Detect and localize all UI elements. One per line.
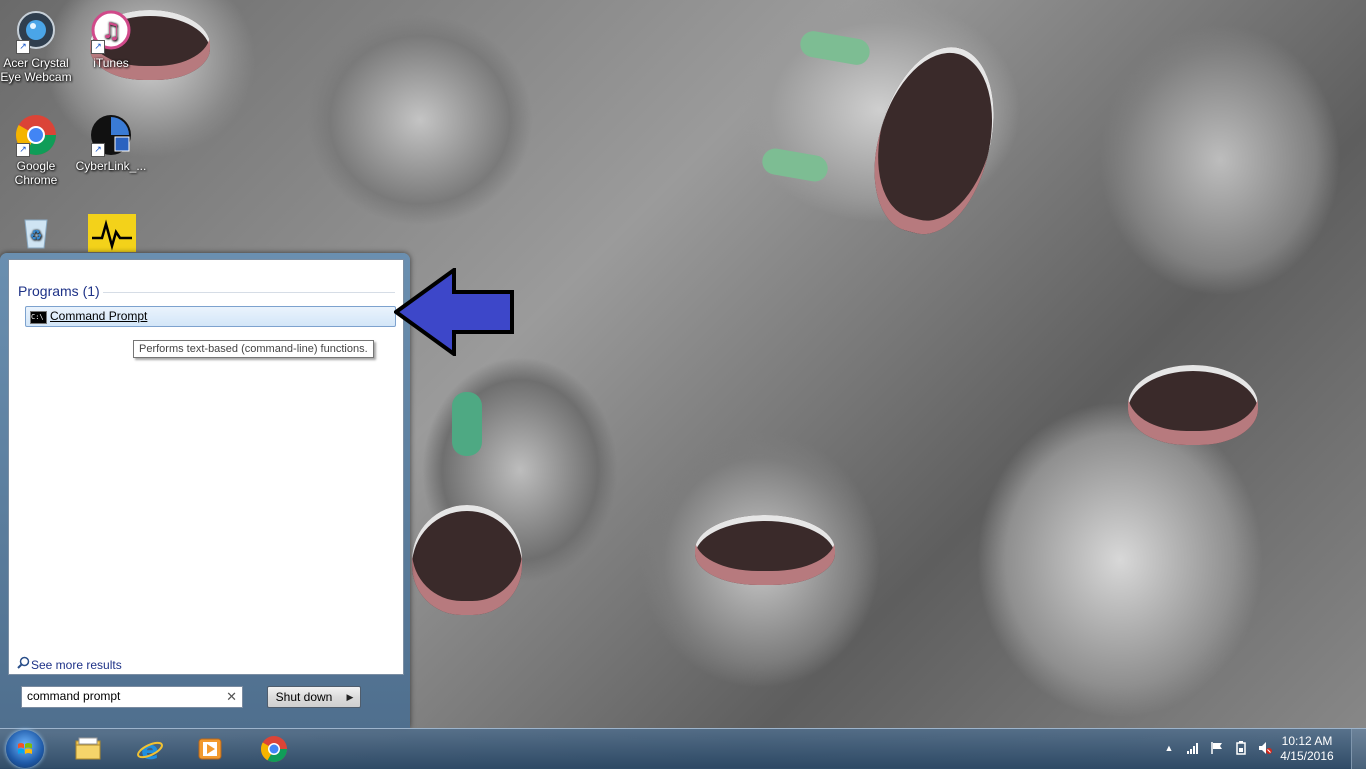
wallpaper-mouth [857,34,1013,246]
windows-flag-icon [18,743,32,754]
network-signal-icon[interactable] [1186,741,1200,755]
start-button[interactable] [6,730,44,768]
activity-monitor-icon [88,214,136,252]
desktop-icon-acer-webcam[interactable]: ↗ Acer Crystal Eye Webcam [0,10,72,84]
svg-text:e: e [141,736,159,763]
wallpaper-eye [760,146,830,184]
taskbar-google-chrome[interactable] [252,731,296,767]
wallpaper-mouth [412,505,522,615]
taskbar-windows-explorer[interactable] [66,731,110,767]
desktop-icon-app-yellow[interactable] [88,214,136,254]
power-battery-icon[interactable] [1234,741,1248,755]
clock-time: 10:12 AM [1281,734,1333,748]
command-prompt-icon: C:\ [30,311,47,324]
shortcut-arrow-icon: ↗ [91,40,105,54]
volume-muted-icon[interactable] [1258,741,1272,755]
desktop-icon-label: CyberLink_... [75,159,147,173]
shortcut-arrow-icon: ↗ [16,143,30,157]
shortcut-arrow-icon: ↗ [91,143,105,157]
clock-date: 4/15/2016 [1280,749,1334,763]
result-command-prompt[interactable]: C:\ Command Prompt [25,306,396,327]
taskbar-clock[interactable]: 10:12 AM 4/15/2016 [1272,734,1342,764]
result-label: Command Prompt [50,309,148,323]
header-divider [103,292,395,293]
itunes-icon: ♫ ↗ [89,10,133,54]
show-desktop-button[interactable] [1351,729,1366,769]
wallpaper-eye [452,392,482,456]
annotation-arrow [394,268,514,356]
desktop-icon-label: Acer Crystal Eye Webcam [0,56,72,84]
internet-explorer-icon: e [137,736,163,763]
action-center-flag-icon[interactable] [1210,741,1224,755]
taskbar-media-player[interactable] [188,731,232,767]
recycle-bin-icon: ♻ [19,214,53,250]
desktop-icon-cyberlink[interactable]: ↗ CyberLink_... [75,113,147,173]
clear-search-icon[interactable]: ✕ [226,689,237,705]
search-box[interactable]: ✕ [21,686,243,708]
desktop-icon-label: iTunes [93,56,129,70]
show-hidden-icons-button[interactable]: ▲ [1162,741,1176,755]
desktop-icon-itunes[interactable]: ♫ ↗ iTunes [75,10,147,70]
search-input[interactable] [27,689,217,703]
cyberlink-icon: ↗ [89,113,133,157]
windows-explorer-icon [75,737,101,760]
chrome-icon: ↗ [14,113,58,157]
media-player-icon [198,738,222,760]
desktop-icon-google-chrome[interactable]: ↗ Google Chrome [0,113,72,187]
wallpaper-mouth [695,515,835,585]
wallpaper-mouth [1128,365,1258,445]
taskbar-internet-explorer[interactable]: e [128,731,172,767]
start-menu: Programs (1) C:\ Command Prompt Performs… [0,253,410,728]
shutdown-options-arrow-icon[interactable]: ▶ [340,686,361,708]
see-more-results-link[interactable]: See more results [17,656,122,672]
search-results-panel: Programs (1) C:\ Command Prompt Performs… [8,259,404,675]
chrome-icon [260,736,288,763]
see-more-label: See more results [31,658,122,672]
desktop-icon-label: Google Chrome [14,159,58,187]
wallpaper-eye [798,29,872,67]
webcam-icon: ↗ [14,10,58,54]
desktop-icon-recycle-bin[interactable]: ♻ [12,214,60,252]
magnifier-icon [17,656,31,672]
tooltip: Performs text-based (command-line) funct… [133,340,374,358]
programs-header: Programs (1) [18,283,100,299]
shortcut-arrow-icon: ↗ [16,40,30,54]
svg-text:♻: ♻ [30,228,43,244]
shutdown-button[interactable]: Shut down [267,686,341,708]
taskbar: e ▲ 10:12 AM 4/15/2016 [0,728,1366,769]
